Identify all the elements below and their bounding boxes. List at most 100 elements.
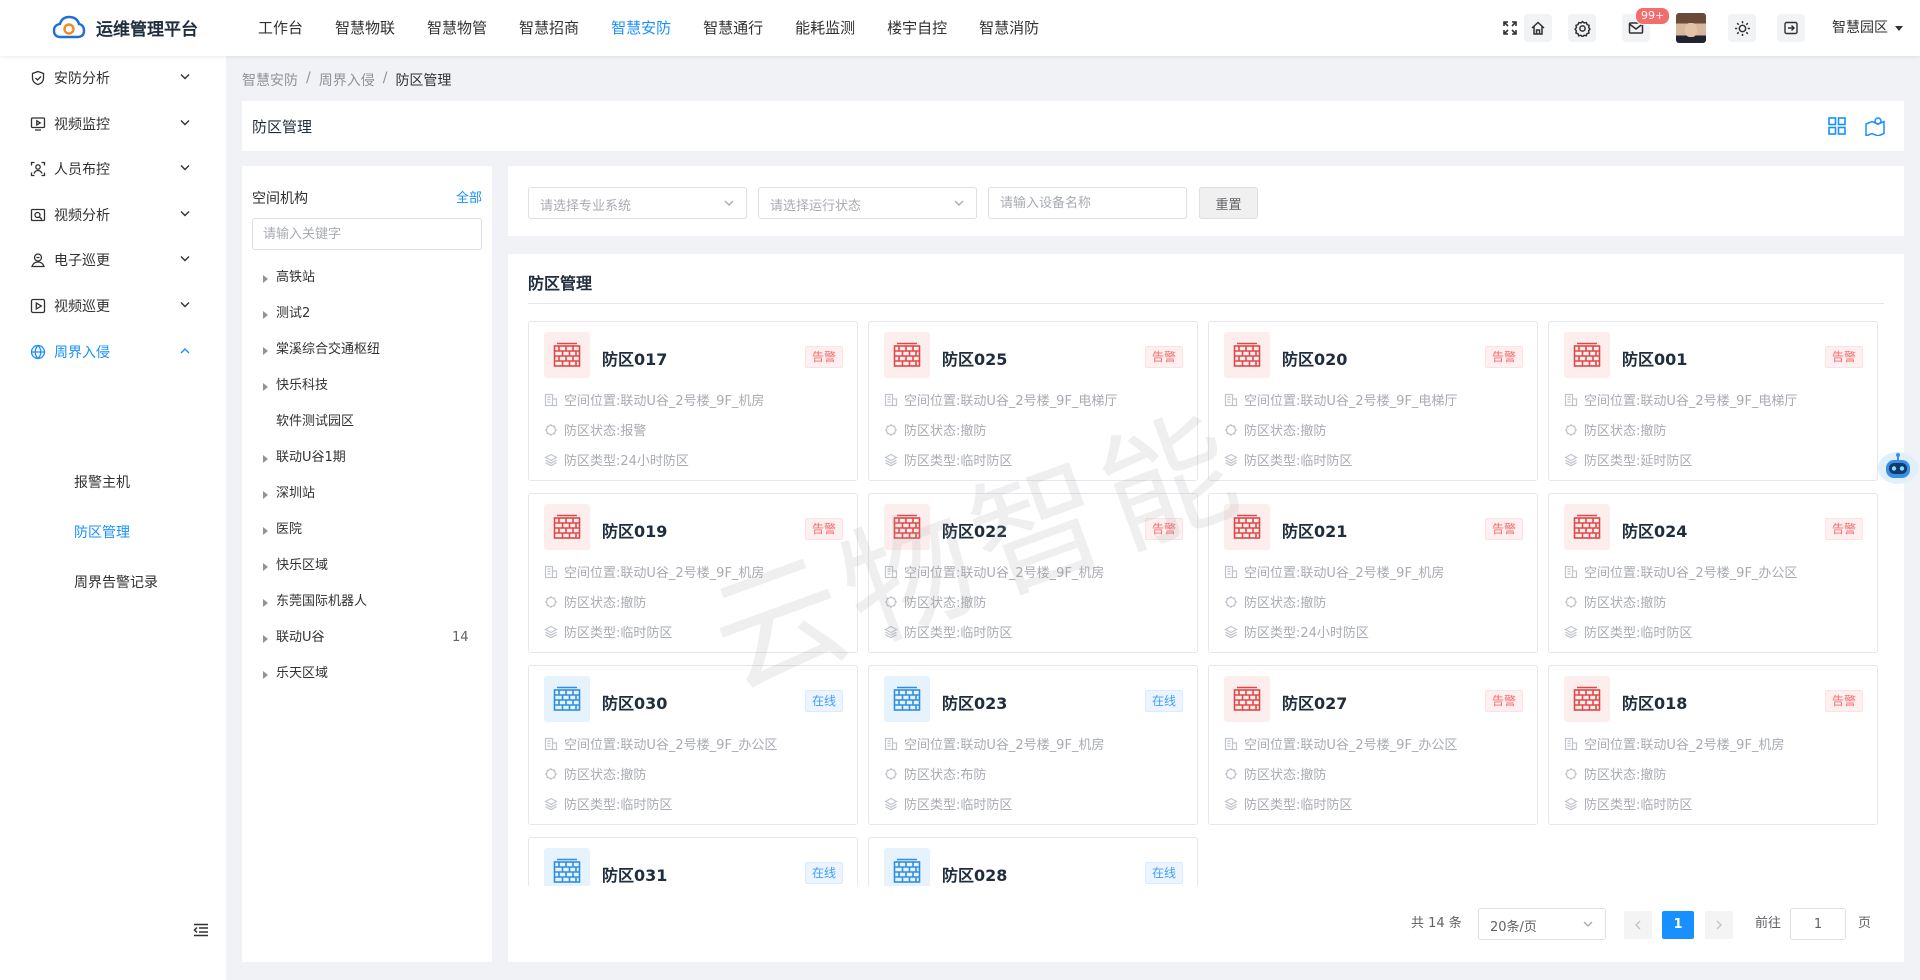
sidebar-item[interactable]: 视频分析	[0, 195, 226, 235]
chevron-down-icon	[724, 200, 734, 206]
chip-icon	[885, 423, 897, 436]
prev-page-button[interactable]	[1624, 911, 1652, 939]
topnav-item[interactable]: 智慧消防	[963, 0, 1055, 56]
topnav-item[interactable]: 智慧物联	[319, 0, 411, 56]
system-select[interactable]: 请选择专业系统	[528, 187, 747, 219]
app-logo[interactable]: 运维管理平台	[52, 14, 198, 40]
tree-node[interactable]: 快乐科技	[252, 368, 482, 404]
zone-card[interactable]: 防区025 告警 空间位置: 联动U谷_2号楼_9F_电梯厅 防区状态: 撤防 防区类型…	[868, 321, 1198, 481]
topnav-item[interactable]: 智慧通行	[687, 0, 779, 56]
breadcrumb-item[interactable]: 智慧安防	[242, 70, 298, 90]
sidebar-subitem[interactable]: 防区管理	[0, 513, 226, 553]
topnav-item[interactable]: 楼宇自控	[871, 0, 963, 56]
collapse-menu-icon[interactable]	[193, 923, 209, 937]
zone-card[interactable]: 防区017 告警 空间位置: 联动U谷_2号楼_9F_机房 防区状态: 报警 防区类型:…	[528, 321, 858, 481]
page-size-select[interactable]: 20条/页	[1478, 908, 1606, 940]
sidebar-item-label: 电子巡更	[54, 253, 110, 270]
caret-right-icon[interactable]	[263, 491, 268, 499]
zone-card[interactable]: 防区018 告警 空间位置: 联动U谷_2号楼_9F_机房 防区状态: 撤防 防区类型:…	[1548, 665, 1878, 825]
zone-card[interactable]: 防区022 告警 空间位置: 联动U谷_2号楼_9F_机房 防区状态: 撤防 防区类型:…	[868, 493, 1198, 653]
sidebar-item-label: 周界入侵	[54, 344, 110, 361]
device-name-input[interactable]	[988, 187, 1187, 219]
tree-node[interactable]: 软件测试园区	[252, 404, 482, 440]
tree-node[interactable]: 联动U谷 14	[252, 620, 482, 656]
tree-node[interactable]: 测试2	[252, 296, 482, 332]
status-select[interactable]: 请选择运行状态	[758, 187, 977, 219]
zone-card[interactable]: 防区028在线空间位置: 防区状态: 防区类型:	[868, 837, 1198, 886]
caret-right-icon[interactable]	[263, 347, 268, 355]
topnav-item[interactable]: 智慧安防	[595, 0, 687, 56]
zone-card[interactable]: 防区027 告警 空间位置: 联动U谷_2号楼_9F_办公区 防区状态: 撤防 防区类型…	[1208, 665, 1538, 825]
tree-node[interactable]: 东莞国际机器人	[252, 584, 482, 620]
screen-icon[interactable]	[1777, 14, 1805, 42]
tree-node[interactable]: 快乐区域	[252, 548, 482, 584]
caret-right-icon[interactable]	[263, 455, 268, 463]
zone-card[interactable]: 防区030 在线 空间位置: 联动U谷_2号楼_9F_办公区 防区状态: 撤防 防区类型…	[528, 665, 858, 825]
sidebar-item[interactable]: 电子巡更	[0, 240, 226, 280]
zone-card[interactable]: 防区031在线空间位置: 防区状态: 防区类型:	[528, 837, 858, 886]
state-label: 防区状态:	[1584, 596, 1641, 611]
caret-right-icon[interactable]	[263, 599, 268, 607]
caret-right-icon[interactable]	[263, 383, 268, 391]
caret-right-icon[interactable]	[263, 527, 268, 535]
zone-card[interactable]: 防区021 告警 空间位置: 联动U谷_2号楼_9F_机房 防区状态: 撤防 防区类型:…	[1208, 493, 1538, 653]
sidebar-subitem[interactable]: 周界告警记录	[0, 563, 226, 603]
zone-location: 联动U谷_2号楼_9F_办公区	[1640, 566, 1798, 581]
park-label: 智慧园区	[1832, 20, 1888, 36]
caret-right-icon[interactable]	[263, 635, 268, 643]
tree-search-input[interactable]	[252, 218, 482, 250]
zone-status-tag: 在线	[1144, 862, 1183, 884]
zone-card[interactable]: 防区024 告警 空间位置: 联动U谷_2号楼_9F_办公区 防区状态: 撤防 防区类型…	[1548, 493, 1878, 653]
location-label: 空间位置:	[564, 738, 621, 753]
zone-card[interactable]: 防区001 告警 空间位置: 联动U谷_2号楼_9F_电梯厅 防区状态: 撤防 防区类型…	[1548, 321, 1878, 481]
home-icon[interactable]	[1524, 14, 1552, 42]
zone-location-row: 空间位置: 联动U谷_2号楼_9F_办公区	[544, 734, 777, 753]
zone-type-row: 防区类型: 临时防区	[1224, 450, 1352, 469]
caret-right-icon[interactable]	[263, 671, 268, 679]
zone-card[interactable]: 防区020 告警 空间位置: 联动U谷_2号楼_9F_电梯厅 防区状态: 撤防 防区类型…	[1208, 321, 1538, 481]
topnav-item[interactable]: 智慧招商	[503, 0, 595, 56]
zone-state-row: 防区状态: 撤防	[1224, 592, 1326, 611]
zone-card[interactable]: 防区023 在线 空间位置: 联动U谷_2号楼_9F_机房 防区状态: 布防 防区类型:…	[868, 665, 1198, 825]
fullscreen-icon[interactable]	[1496, 14, 1524, 42]
tree-title: 空间机构	[252, 191, 308, 207]
tree-all-link[interactable]: 全部	[456, 187, 482, 206]
building-icon	[1224, 565, 1238, 578]
topnav-item[interactable]: 智慧物管	[411, 0, 503, 56]
tree-node[interactable]: 乐天区域	[252, 656, 482, 692]
sidebar-item[interactable]: 视频巡更	[0, 286, 226, 326]
topnav-item[interactable]: 能耗监测	[779, 0, 871, 56]
location-label: 空间位置:	[1584, 394, 1641, 409]
gear-icon[interactable]	[1568, 14, 1596, 42]
sidebar-item[interactable]: 安防分析	[0, 58, 226, 98]
tree-node[interactable]: 医院	[252, 512, 482, 548]
tree-node[interactable]: 联动U谷1期	[252, 440, 482, 476]
tree-node[interactable]: 棠溪综合交通枢纽	[252, 332, 482, 368]
map-view-icon[interactable]	[1864, 116, 1886, 136]
tree-node[interactable]: 高铁站	[252, 260, 482, 296]
caret-right-icon[interactable]	[263, 275, 268, 283]
zone-location-row: 空间位置: 联动U谷_2号楼_9F_电梯厅	[884, 390, 1117, 409]
reset-button[interactable]: 重置	[1199, 187, 1258, 219]
page-number-current[interactable]: 1	[1662, 911, 1694, 939]
sidebar-item[interactable]: 视频监控	[0, 104, 226, 144]
topnav-item[interactable]: 工作台	[242, 0, 319, 56]
tree-node[interactable]: 深圳站	[252, 476, 482, 512]
sidebar-item[interactable]: 周界入侵	[0, 332, 226, 372]
sun-icon[interactable]	[1728, 14, 1756, 42]
zone-card[interactable]: 防区019 告警 空间位置: 联动U谷_2号楼_9F_机房 防区状态: 撤防 防区类型:…	[528, 493, 858, 653]
park-switcher[interactable]: 智慧园区	[1832, 0, 1904, 56]
caret-right-icon[interactable]	[263, 311, 268, 319]
grid-view-icon[interactable]	[1827, 116, 1847, 136]
next-page-button[interactable]	[1705, 911, 1733, 939]
assistant-robot-icon[interactable]	[1877, 450, 1919, 486]
caret-right-icon[interactable]	[263, 563, 268, 571]
chip-icon	[1225, 767, 1237, 780]
sidebar-item[interactable]: 人员布控	[0, 149, 226, 189]
goto-page-input[interactable]	[1790, 908, 1846, 940]
user-avatar[interactable]	[1676, 13, 1706, 43]
layers-icon	[1564, 625, 1578, 638]
sidebar-subitem[interactable]: 报警主机	[0, 463, 226, 503]
breadcrumb-item[interactable]: 周界入侵	[319, 70, 375, 90]
zone-name: 防区020	[1282, 350, 1348, 369]
